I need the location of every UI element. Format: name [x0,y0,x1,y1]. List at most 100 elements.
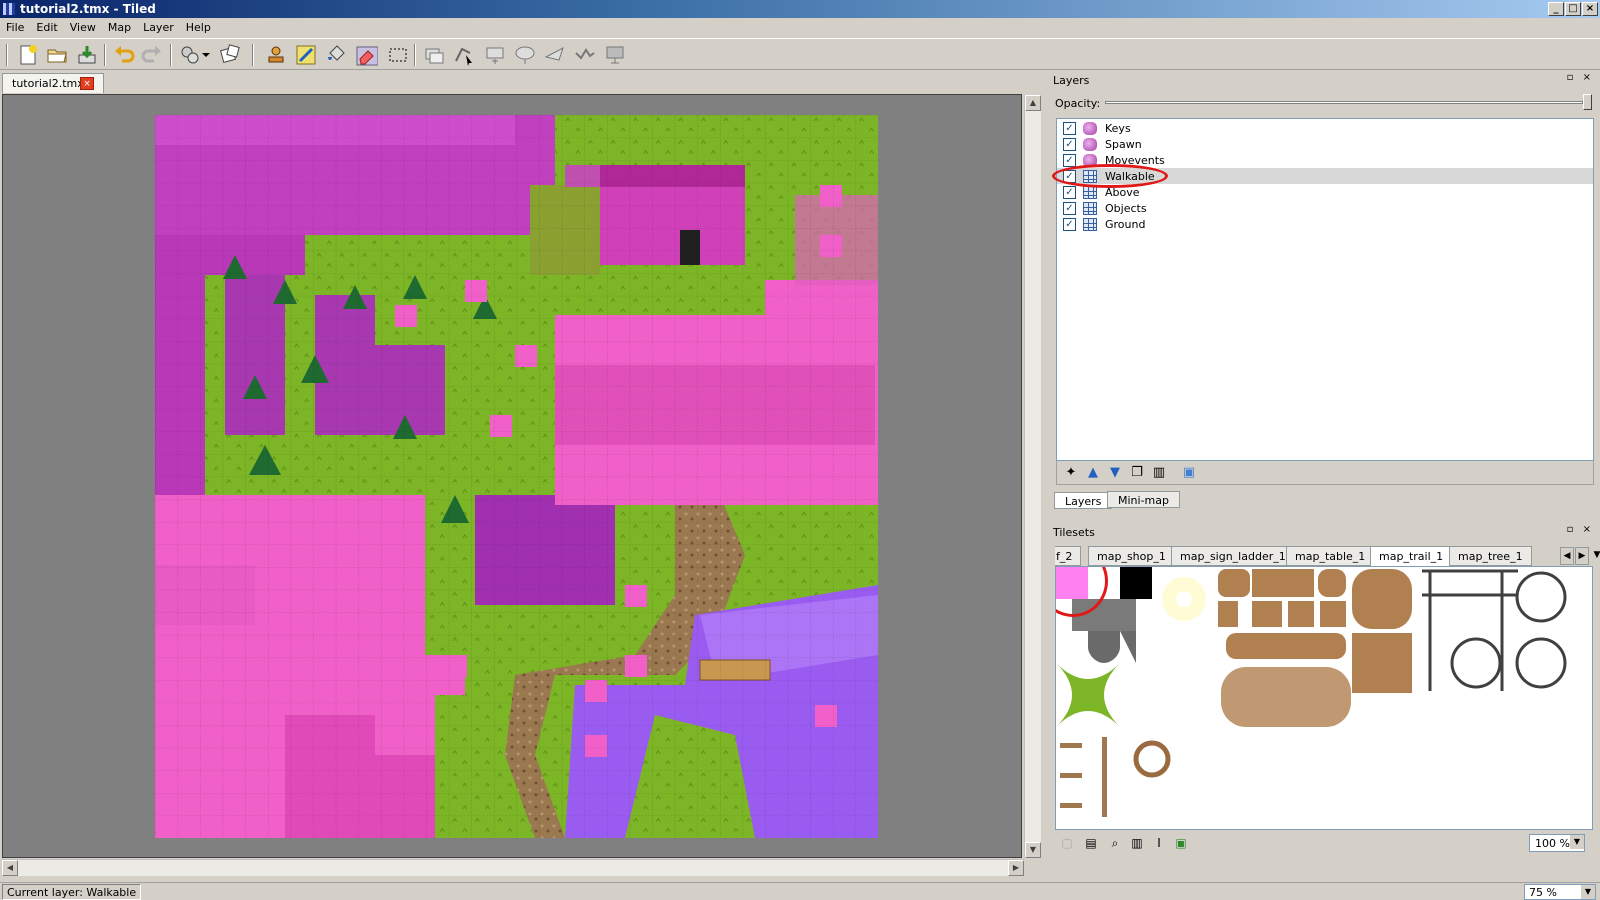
new-tileset-icon[interactable]: ▢ [1059,835,1075,851]
redo-icon[interactable] [140,43,164,67]
menu-help[interactable]: Help [180,18,217,38]
visibility-checkbox[interactable]: ✓ [1063,154,1076,167]
opacity-slider-handle[interactable] [1583,94,1592,110]
terrain-brush-icon[interactable] [294,43,318,67]
tileset-tab-map-table-1[interactable]: map_table_1 [1286,546,1375,566]
tileset-view[interactable] [1055,566,1593,830]
chevron-down-icon[interactable]: ▼ [1581,885,1595,899]
visibility-checkbox[interactable]: ✓ [1063,202,1076,215]
random-dice-icon[interactable] [218,43,242,67]
tile-layer-icon [1083,186,1097,199]
maximize-button[interactable]: □ [1565,2,1581,16]
insert-polyline-icon[interactable] [573,43,597,67]
toolbar-separator [252,44,254,66]
insert-rectangle-icon[interactable] [483,43,507,67]
insert-tile-icon[interactable] [603,43,627,67]
tilesets-panel-title: Tilesets [1053,526,1095,539]
tileset-zoom-combo[interactable]: 100 % ▼ [1529,834,1585,852]
rectangle-select-icon[interactable] [386,43,410,67]
close-button[interactable]: × [1582,2,1598,16]
map-zoom-combo[interactable]: 75 % ▼ [1524,884,1596,900]
layer-row-ground[interactable]: ✓ Ground [1057,216,1593,232]
duplicate-layer-icon[interactable]: ❐ [1129,465,1145,481]
delete-layer-icon[interactable]: ▥ [1151,465,1167,481]
scroll-left-icon[interactable]: ◀ [2,860,18,876]
menu-file[interactable]: File [0,18,30,38]
horizontal-scrollbar[interactable]: ◀ ▶ [2,859,1024,876]
layer-toolbar: ✦ ▲ ▼ ❐ ▥ ▣ [1056,461,1594,485]
layers-panel: Layers ▫ × Opacity: ✓ Keys ✓ Spawn ✓ Mov… [1050,71,1600,523]
panel-float-close-icon[interactable]: ▫ × [1567,72,1594,83]
toolbar-grip [6,44,8,66]
stamp-brush-icon[interactable] [264,43,288,67]
menu-bar: File Edit View Map Layer Help [0,18,1600,38]
menu-layer[interactable]: Layer [137,18,180,38]
object-layer-icon [1083,122,1097,135]
tile-layer-icon [1083,202,1097,215]
menu-edit[interactable]: Edit [30,18,63,38]
edit-terrain-icon[interactable]: ▣ [1173,835,1189,851]
import-tileset-icon[interactable]: ▤ [1083,835,1099,851]
tileset-image[interactable] [1056,567,1593,830]
tab-mini-map[interactable]: Mini-map [1107,491,1180,508]
visibility-checkbox[interactable]: ✓ [1063,186,1076,199]
minimize-button[interactable]: _ [1548,2,1564,16]
document-tab[interactable]: tutorial2.tmx × [2,73,104,93]
opacity-slider[interactable] [1105,101,1583,104]
tab-layers[interactable]: Layers [1054,492,1113,509]
current-layer-status: Current layer: Walkable [2,884,142,900]
tileset-tab-map-trail-1[interactable]: map_trail_1 [1370,546,1453,566]
commands-icon[interactable] [178,43,202,67]
map-view[interactable] [2,94,1022,858]
layer-row-keys[interactable]: ✓ Keys [1057,120,1593,136]
undo-icon[interactable] [112,43,136,67]
insert-ellipse-icon[interactable] [513,43,537,67]
lower-layer-icon[interactable]: ▼ [1107,465,1123,481]
scroll-up-icon[interactable]: ▲ [1025,95,1041,111]
menu-view[interactable]: View [64,18,102,38]
tabs-menu-chevron-icon[interactable]: ▼ [1590,547,1600,565]
eraser-icon[interactable] [354,43,378,67]
insert-polygon-icon[interactable] [543,43,567,67]
scroll-right-icon[interactable]: ▶ [1008,860,1024,876]
visibility-checkbox[interactable]: ✓ [1063,218,1076,231]
tile-map-canvas[interactable] [155,115,878,838]
delete-tileset-icon[interactable]: ▥ [1129,835,1145,851]
layer-name: Keys [1105,122,1131,135]
tileset-tab-map-tree-1[interactable]: map_tree_1 [1449,546,1532,566]
tilesets-panel: Tilesets ▫ × f_2 map_shop_1 map_sign_lad… [1050,523,1600,882]
menu-map[interactable]: Map [102,18,137,38]
layer-name: Objects [1105,202,1147,215]
map-zoom-value: 75 % [1529,886,1557,899]
new-map-icon[interactable] [16,43,40,67]
add-layer-icon[interactable]: ✦ [1063,465,1079,481]
tabs-scroll-left-icon[interactable]: ◀ [1560,547,1574,565]
close-tab-icon[interactable]: × [80,77,94,90]
chevron-down-icon[interactable]: ▼ [1570,835,1584,849]
chevron-down-icon[interactable] [200,43,212,67]
tileset-properties-icon[interactable]: ⌕ [1107,835,1123,851]
panel-float-close-icon[interactable]: ▫ × [1567,524,1594,535]
select-objects-icon[interactable] [422,43,446,67]
bucket-fill-icon[interactable] [324,43,348,67]
save-icon[interactable] [75,43,99,67]
tabs-scroll-right-icon[interactable]: ▶ [1575,547,1589,565]
tileset-tab-map-shop-1[interactable]: map_shop_1 [1088,546,1175,566]
vertical-scrollbar[interactable]: ▲ ▼ [1024,95,1041,858]
layer-name: Spawn [1105,138,1142,151]
text-cursor-icon[interactable]: I [1151,835,1167,851]
layer-row-spawn[interactable]: ✓ Spawn [1057,136,1593,152]
tileset-tab-f-2[interactable]: f_2 [1055,546,1082,566]
visibility-checkbox[interactable]: ✓ [1063,122,1076,135]
tileset-tab-map-sign-ladder-1[interactable]: map_sign_ladder_1 [1171,546,1295,566]
toolbar-separator [104,44,106,66]
scroll-down-icon[interactable]: ▼ [1025,842,1041,858]
show-hide-other-layers-icon[interactable]: ▣ [1181,465,1197,481]
open-folder-icon[interactable] [45,43,69,67]
layer-row-objects[interactable]: ✓ Objects [1057,200,1593,216]
edit-polygons-icon[interactable] [452,43,476,67]
visibility-checkbox[interactable]: ✓ [1063,138,1076,151]
tileset-zoom-value: 100 % [1535,837,1570,850]
raise-layer-icon[interactable]: ▲ [1085,465,1101,481]
status-bar: Current layer: Walkable 75 % ▼ [0,882,1600,900]
